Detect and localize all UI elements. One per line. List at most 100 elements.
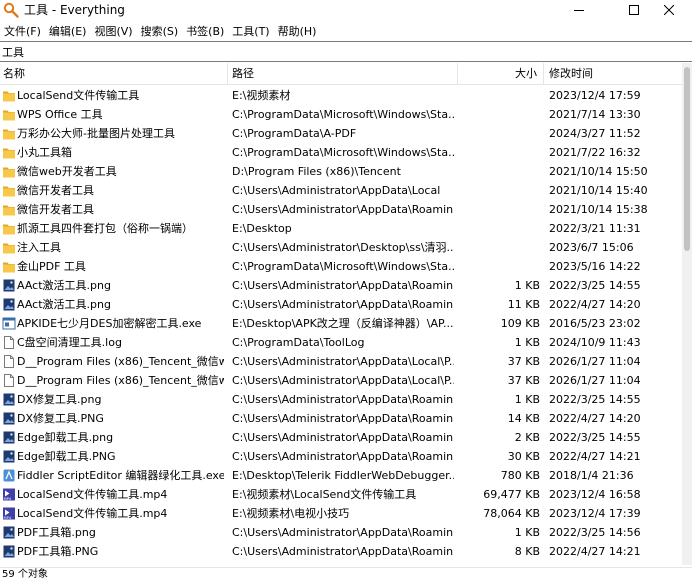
png-icon [2,449,16,464]
column-path-header[interactable]: 路径 [232,63,254,85]
file-row[interactable]: DX修复工具.png C:\Users\Administrator\AppData… [0,390,682,409]
file-name: 万彩办公大师-批量图片处理工具 [17,127,175,140]
file-row[interactable]: MP4 LocalSend文件传输工具.mp4 E:\视频素材\电视小技巧 78,06… [0,504,682,523]
folder-icon [2,88,16,103]
fiddler-icon [2,468,16,483]
file-modified-date: 2022/4/27 14:21 [549,545,641,558]
file-row[interactable]: PDF工具箱.png C:\Users\Administrator\AppData… [0,523,682,542]
file-path: C:\Users\Administrator\AppData\Roamin... [232,393,454,406]
column-date-header[interactable]: 修改时间 [549,63,593,85]
column-header: 名称 路径 大小 修改时间 [0,63,682,85]
file-modified-date: 2022/3/25 14:55 [549,279,641,292]
file-path: C:\Users\Administrator\AppData\Roamin... [232,450,454,463]
file-size: 1 KB [514,393,540,406]
column-size-header[interactable]: 大小 [460,63,537,85]
file-row[interactable]: C盘空间清理工具.log C:\ProgramData\ToolLog 1 KB 20… [0,333,682,352]
file-name: 微信开发者工具 [17,184,94,197]
file-path: C:\ProgramData\Microsoft\Windows\Sta... [232,108,454,121]
folder-icon [2,221,16,236]
file-row[interactable]: DX修复工具.PNG C:\Users\Administrator\AppData… [0,409,682,428]
file-path: C:\Users\Administrator\AppData\Roamin... [232,279,454,292]
file-name: 金山PDF 工具 [17,260,86,273]
png-icon [2,297,16,312]
file-path: C:\Users\Administrator\AppData\Roamin... [232,203,454,216]
exe-icon [2,316,16,331]
file-row[interactable]: Fiddler ScriptEditor 编辑器绿化工具.exe E:\Deskt… [0,466,682,485]
file-modified-date: 2021/10/14 15:40 [549,184,648,197]
file-size: 2 KB [514,431,540,444]
file-row[interactable]: Edge卸载工具.PNG C:\Users\Administrator\AppDa… [0,447,682,466]
file-row[interactable]: PDF工具箱.PNG C:\Users\Administrator\AppData… [0,542,682,561]
folder-icon [2,164,16,179]
file-name: DX修复工具.png [17,393,102,406]
menu-file[interactable]: 文件(F) [0,22,43,41]
column-name-header[interactable]: 名称 [3,63,25,85]
menu-bookmarks[interactable]: 书签(B) [182,22,226,41]
file-path: E:\Desktop [232,222,292,235]
file-name: Edge卸载工具.png [17,431,114,444]
menu-search[interactable]: 搜索(S) [137,22,181,41]
file-row[interactable]: AAct激活工具.png C:\Users\Administrator\AppDa… [0,276,682,295]
results-list[interactable]: LocalSend文件传输工具 E:\视频素材 2023/12/4 17:59 WPS… [0,86,682,565]
file-path: E:\视频素材 [232,89,291,102]
everything-app-icon [3,2,19,18]
file-size: 37 KB [507,374,540,387]
file-row[interactable]: 注入工具 C:\Users\Administrator\Desktop\ss\清羽… [0,238,682,257]
file-modified-date: 2022/4/27 14:21 [549,450,641,463]
file-name: LocalSend文件传输工具 [17,89,140,102]
png-icon [2,411,16,426]
file-row[interactable]: 万彩办公大师-批量图片处理工具 C:\ProgramData\A-PDF 2024/… [0,124,682,143]
file-row[interactable]: 微信web开发者工具 D:\Program Files (x86)\Tencent… [0,162,682,181]
file-path: C:\ProgramData\Microsoft\Windows\Sta... [232,146,454,159]
file-modified-date: 2021/10/14 15:38 [549,203,648,216]
menu-view[interactable]: 视图(V) [90,22,134,41]
file-row[interactable]: 小丸工具箱 C:\ProgramData\Microsoft\Windows\St… [0,143,682,162]
file-size: 780 KB [500,469,540,482]
file-row[interactable]: 金山PDF 工具 C:\ProgramData\Microsoft\Windows… [0,257,682,276]
file-row[interactable]: AAct激活工具.png C:\Users\Administrator\AppDa… [0,295,682,314]
file-row[interactable]: WPS Office 工具 C:\ProgramData\Microsoft\Wi… [0,105,682,124]
search-input[interactable] [2,44,682,60]
file-size: 1 KB [514,336,540,349]
file-name: D__Program Files (x86)_Tencent_微信w... [17,355,224,368]
file-path: C:\ProgramData\A-PDF [232,127,357,140]
file-path: E:\Desktop\APK改之理（反编译神器）\AP... [232,317,454,330]
file-name: C盘空间清理工具.log [17,336,122,349]
file-row[interactable]: Edge卸载工具.png C:\Users\Administrator\AppDa… [0,428,682,447]
file-row[interactable]: MP4 LocalSend文件传输工具.mp4 E:\视频素材\LocalSend文… [0,485,682,504]
svg-text:MP4: MP4 [4,497,12,501]
column-divider[interactable] [543,63,544,85]
file-size [460,257,540,276]
file-path: C:\Users\Administrator\AppData\Roamin... [232,526,454,539]
column-divider[interactable] [457,63,458,85]
minimize-button[interactable] [556,0,602,20]
file-size [460,181,540,200]
status-bar: 59 个对象 [0,567,692,581]
column-divider[interactable] [227,63,228,85]
scrollbar-thumb[interactable] [684,67,690,251]
file-modified-date: 2021/10/14 15:50 [549,165,648,178]
close-button[interactable] [646,0,692,20]
folder-icon [2,107,16,122]
file-row[interactable]: 微信开发者工具 C:\Users\Administrator\AppData\Ro… [0,200,682,219]
menu-help[interactable]: 帮助(H) [274,22,319,41]
file-row[interactable]: 抓源工具四件套打包（俗称一锅端） E:\Desktop 2022/3/21 11:3… [0,219,682,238]
file-icon [2,354,16,369]
file-path: C:\Users\Administrator\AppData\Roamin... [232,545,454,558]
menu-tools[interactable]: 工具(T) [228,22,271,41]
file-path: E:\Desktop\Telerik FiddlerWebDebugger... [232,469,454,482]
file-row[interactable]: LocalSend文件传输工具 E:\视频素材 2023/12/4 17:59 [0,86,682,105]
png-icon [2,392,16,407]
file-modified-date: 2018/1/4 21:36 [549,469,634,482]
file-row[interactable]: APKIDE七少月DES加密解密工具.exe E:\Desktop\APK改之理（… [0,314,682,333]
png-icon [2,544,16,559]
file-row[interactable]: D__Program Files (x86)_Tencent_微信w... C:\… [0,371,682,390]
menu-edit[interactable]: 编辑(E) [45,22,89,41]
file-name: LocalSend文件传输工具.mp4 [17,507,168,520]
file-row[interactable]: 微信开发者工具 C:\Users\Administrator\AppData\Lo… [0,181,682,200]
vertical-scrollbar[interactable] [682,63,692,565]
title-bar[interactable]: 工具 - Everything [0,0,692,20]
close-icon [664,5,674,15]
file-row[interactable]: D__Program Files (x86)_Tencent_微信w... C:\… [0,352,682,371]
folder-icon [2,126,16,141]
